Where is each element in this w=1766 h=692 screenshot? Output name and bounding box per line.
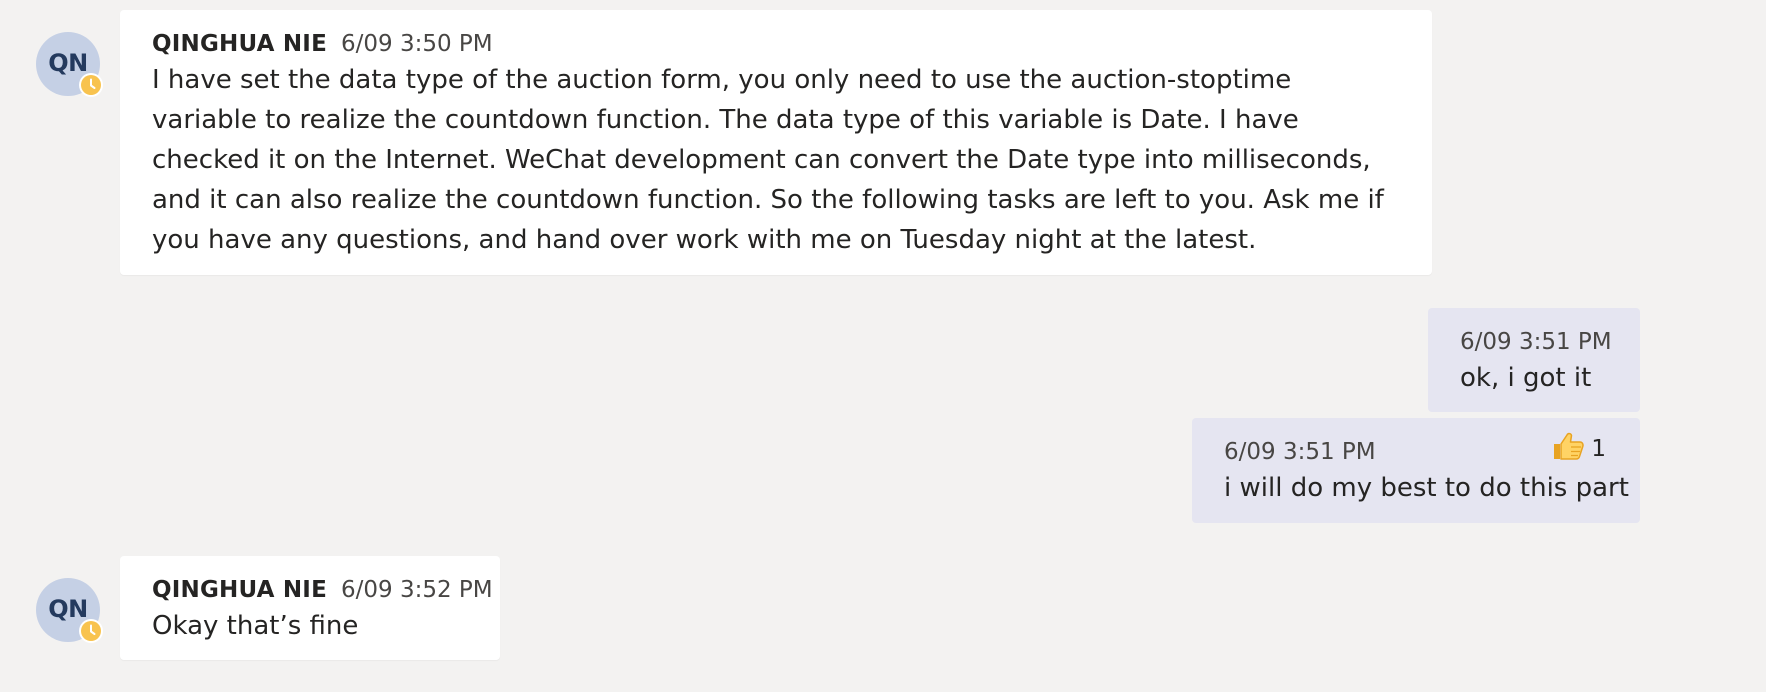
reaction-summary[interactable]: 1 xyxy=(1551,431,1606,467)
message-bubble[interactable]: QINGHUA NIE 6/09 3:52 PM Okay that’s fine xyxy=(120,556,500,660)
message-bubble[interactable]: QINGHUA NIE 6/09 3:50 PM I have set the d… xyxy=(120,10,1432,275)
sender-name[interactable]: QINGHUA NIE xyxy=(152,31,327,57)
message-header: QINGHUA NIE 6/09 3:50 PM xyxy=(152,28,1400,60)
sender-name[interactable]: QINGHUA NIE xyxy=(152,577,327,603)
reaction-count: 1 xyxy=(1591,436,1606,462)
message-timestamp: 6/09 3:50 PM xyxy=(340,31,493,57)
away-status-icon xyxy=(79,73,103,97)
away-status-icon xyxy=(79,619,103,643)
message-text: i will do my best to do this part xyxy=(1224,473,1629,503)
avatar-initials: QN xyxy=(48,48,88,77)
message-text: I have set the data type of the auction … xyxy=(152,65,1384,255)
message-timestamp: 6/09 3:51 PM xyxy=(1460,329,1612,355)
avatar[interactable]: QN xyxy=(36,578,103,643)
message-header: QINGHUA NIE 6/09 3:52 PM xyxy=(152,574,493,606)
message-bubble[interactable]: 6/09 3:51 PM i will do my best to do thi… xyxy=(1192,418,1640,523)
message-text: ok, i got it xyxy=(1460,363,1592,393)
avatar[interactable]: QN xyxy=(36,32,103,97)
message-bubble[interactable]: 6/09 3:51 PM ok, i got it xyxy=(1428,308,1640,412)
thumbs-up-icon xyxy=(1551,431,1585,467)
message-text: Okay that’s fine xyxy=(152,611,359,641)
message-timestamp: 6/09 3:52 PM xyxy=(340,577,493,603)
avatar-initials: QN xyxy=(48,594,88,623)
